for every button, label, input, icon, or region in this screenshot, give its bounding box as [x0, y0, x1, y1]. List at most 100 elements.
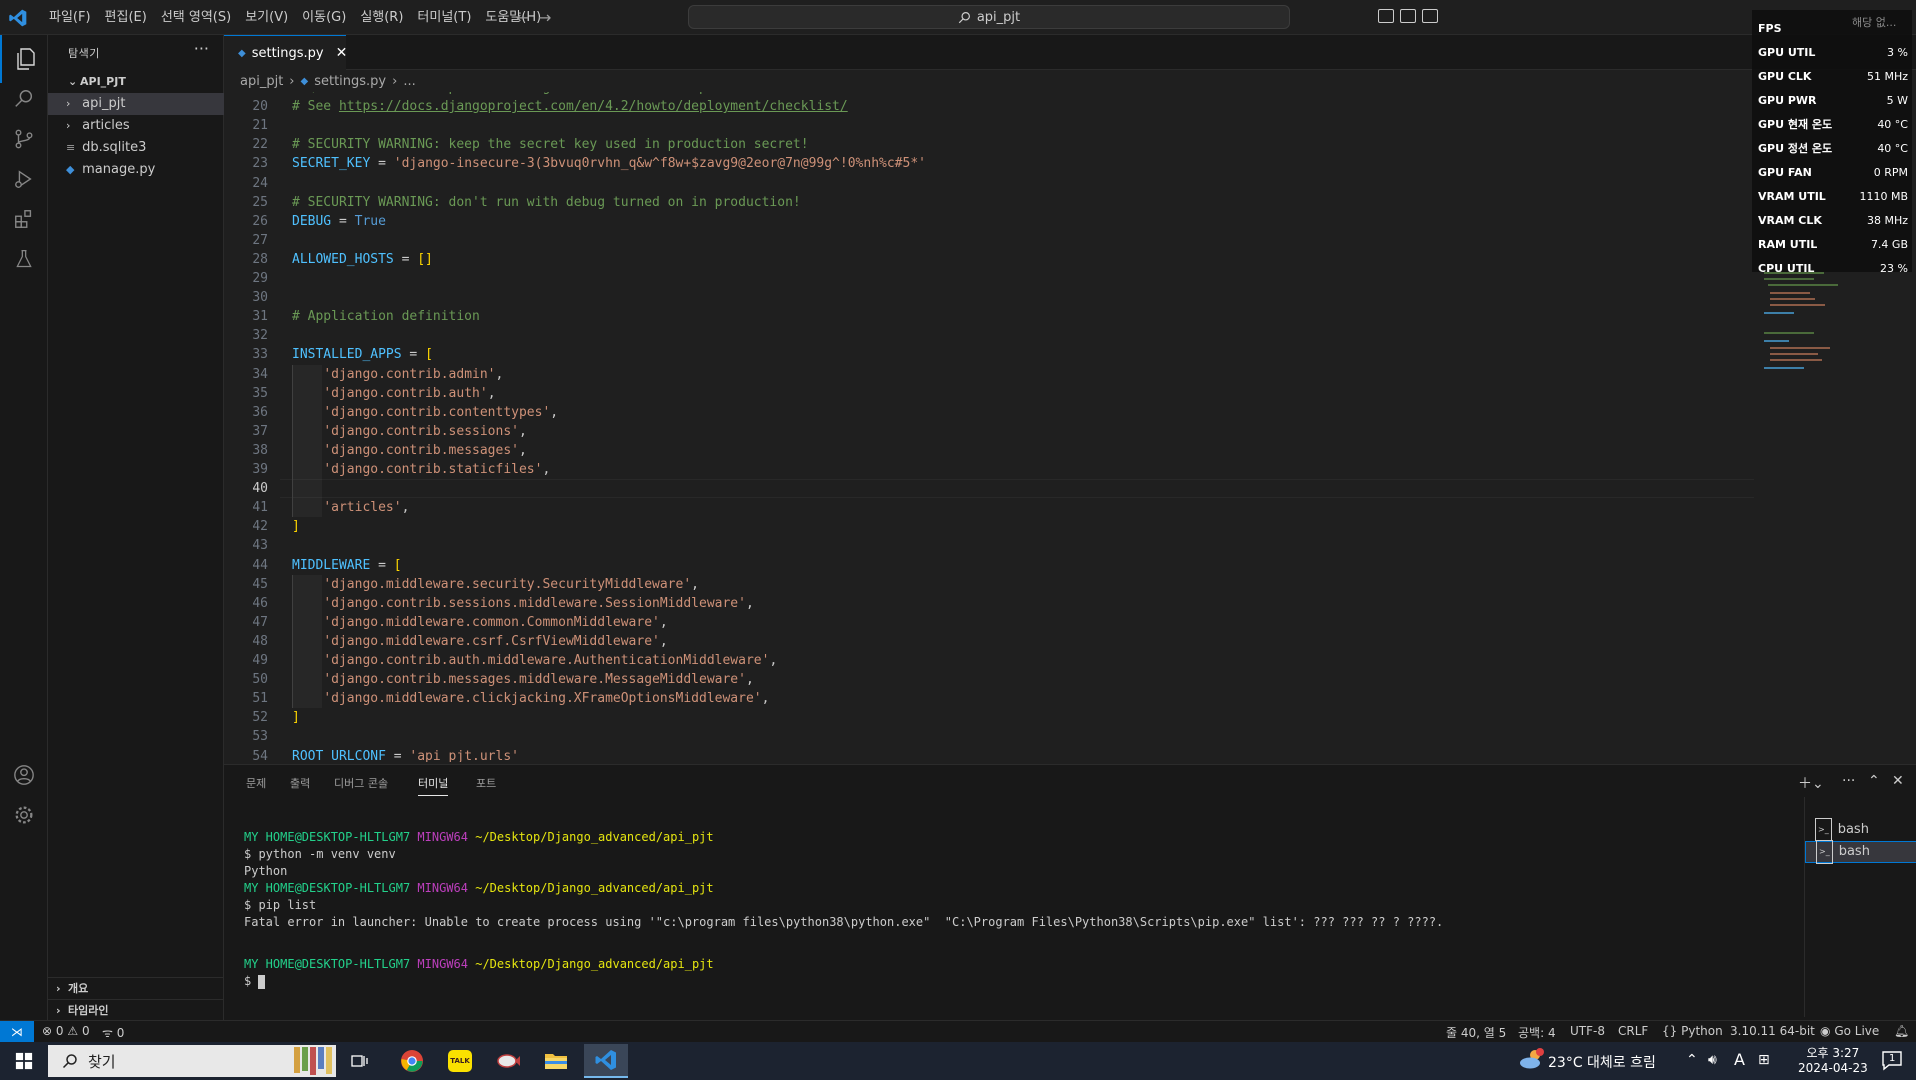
tab-problems[interactable]: 문제 [246, 775, 266, 791]
new-terminal-icon[interactable]: ＋⌄ [1798, 773, 1824, 793]
forward-arrow-icon[interactable]: → [538, 8, 551, 27]
toggle-panel-icon[interactable] [1400, 9, 1416, 23]
line-number: 39 [252, 462, 268, 477]
hw-stat-row: GPU FAN 0 RPM [1758, 165, 1908, 179]
remote-indicator-icon[interactable]: ⋊ [0, 1021, 34, 1043]
toggle-sidebar-icon[interactable] [1378, 9, 1394, 23]
ime-korean-icon[interactable]: ⊞ [1758, 1052, 1770, 1068]
tree-item-label: api_pjt [82, 96, 126, 111]
tab-debug-console[interactable]: 디버그 콘솔 [334, 775, 388, 791]
activity-bar [0, 35, 48, 1020]
chrome-icon[interactable] [390, 1044, 434, 1078]
close-icon[interactable]: ✕ [336, 45, 348, 61]
line-number: 46 [252, 595, 268, 611]
back-arrow-icon[interactable]: ← [516, 8, 529, 27]
terminal-output[interactable]: MY HOME@DESKTOP-HLTLGM7 MINGW64 ~/Deskto… [244, 829, 1804, 990]
file-explorer-icon[interactable] [534, 1044, 578, 1078]
task-view-icon[interactable] [338, 1044, 382, 1078]
hw-stat-row: CPU UTIL 23 % [1758, 261, 1908, 275]
volume-icon[interactable]: 🔊︎ [1708, 1052, 1717, 1068]
books-illustration-icon [294, 1047, 332, 1075]
database-file-icon: ≡ [66, 141, 76, 154]
terminal-prompt-line: MY HOME@DESKTOP-HLTLGM7 MINGW64 ~/Deskto… [244, 957, 714, 971]
more-actions-icon[interactable]: ··· [1842, 773, 1855, 789]
line-number: 19 [224, 92, 268, 95]
menu-item[interactable]: 편집(E) [98, 0, 154, 35]
kakaotalk-icon[interactable]: TALK [438, 1044, 482, 1078]
menu-item[interactable]: 선택 영역(S) [154, 0, 238, 35]
maximize-panel-icon[interactable]: ⌃ [1868, 773, 1880, 789]
tab-ports[interactable]: 포트 [476, 775, 496, 791]
line-ending[interactable]: CRLF [1618, 1024, 1648, 1038]
windows-start-icon[interactable] [2, 1044, 46, 1078]
code-line: # SECURITY WARNING: don't run with debug… [292, 194, 801, 210]
tab-terminal[interactable]: 터미널 [418, 775, 449, 796]
notifications-bell-icon[interactable]: 🔔︎ [1894, 1024, 1909, 1038]
line-number: 23 [252, 156, 268, 172]
workspace-root[interactable]: ⌄ API_PJT [48, 71, 224, 93]
code-line: # SECURITY WARNING: keep the secret key … [292, 137, 809, 153]
menu-item[interactable]: 실행(R) [353, 0, 410, 35]
ports-indicator[interactable]: ᯤ 0 [102, 1024, 124, 1041]
indentation[interactable]: 공백: 4 [1518, 1024, 1556, 1041]
line-number: 22 [252, 137, 268, 153]
title-bar: 파일(F) 편집(E) 선택 영역(S) 보기(V) 이동(G) 실행(R) 터미널(T) 도… [0, 0, 1916, 35]
outline-section[interactable]: › 개요 [48, 977, 224, 999]
notification-badge: 1 [1889, 1053, 1896, 1064]
go-live-button[interactable]: ◉ Go Live [1820, 1024, 1879, 1038]
settings-gear-icon[interactable] [0, 791, 48, 839]
tree-item-api-pjt[interactable]: › api_pjt [48, 93, 224, 115]
terminal-icon: >_ [1816, 840, 1833, 864]
line-number: 54 [252, 748, 268, 763]
ime-mode-icon[interactable]: A [1734, 1050, 1745, 1069]
testing-flask-icon[interactable] [0, 235, 48, 283]
terminal-instance-1[interactable]: >_ bash [1805, 818, 1916, 842]
timeline-section[interactable]: › 타임라인 [48, 999, 224, 1021]
chevron-right-icon: › [289, 73, 295, 89]
clock[interactable]: 오후 3:27 2024-04-23 [1798, 1044, 1868, 1075]
line-number: 38 [252, 442, 268, 458]
hw-stat-row: RAM UTIL 7.4 GB [1758, 237, 1908, 251]
terminal-icon: >_ [1815, 818, 1832, 842]
vscode-taskbar-icon[interactable] [584, 1044, 628, 1078]
code-editor[interactable]: 19 # Quick-start development settings - u… [224, 92, 1754, 762]
breadcrumb-file[interactable]: settings.py [314, 74, 386, 89]
line-number: 49 [252, 653, 268, 668]
python-interpreter[interactable]: 3.10.11 64-bit [1730, 1024, 1815, 1038]
tree-item-db-sqlite3[interactable]: ≡ db.sqlite3 [48, 137, 224, 159]
menu-item[interactable]: 이동(G) [295, 0, 353, 35]
line-number: 24 [252, 175, 268, 191]
tree-item-articles[interactable]: › articles [48, 115, 224, 137]
toggle-secondary-sidebar-icon[interactable] [1422, 9, 1438, 23]
windows-taskbar: 찾기 TALK 23°C 대체로 흐림 ⌃ 🔊︎ A ⊞ 오후 3:27 202… [0, 1042, 1916, 1080]
terminal-instance-2[interactable]: >_ bash [1805, 840, 1916, 864]
fish-app-icon[interactable] [486, 1044, 530, 1078]
show-hidden-icons-chevron-icon[interactable]: ⌃ [1686, 1052, 1698, 1068]
menu-item[interactable]: 보기(V) [238, 0, 295, 35]
menu-item[interactable]: 터미널(T) [410, 0, 478, 35]
line-number: 52 [252, 710, 268, 726]
clock-date: 2024-04-23 [1798, 1061, 1868, 1075]
tree-item-manage-py[interactable]: ◆ manage.py [48, 159, 224, 181]
weather-cloud-icon[interactable] [1518, 1048, 1544, 1074]
language-mode[interactable]: {} Python [1662, 1024, 1723, 1038]
tab-settings-py[interactable]: ◆ settings.py ✕ [224, 35, 348, 70]
cursor-position[interactable]: 줄 40, 열 5 [1446, 1024, 1506, 1041]
breadcrumb-folder[interactable]: api_pjt [240, 74, 283, 89]
taskbar-search[interactable]: 찾기 [48, 1045, 336, 1077]
code-line: 'django.middleware.security.SecurityMidd… [323, 576, 699, 592]
tab-output[interactable]: 출력 [290, 775, 310, 791]
terminal-error-line: Fatal error in launcher: Unable to creat… [244, 915, 1444, 929]
notification-center-icon[interactable]: 1 [1880, 1048, 1904, 1076]
command-center-search[interactable]: api_pjt [688, 5, 1290, 29]
menu-item[interactable]: 파일(F) [42, 0, 98, 35]
broadcast-icon: ᯤ [102, 1026, 113, 1040]
weather-text[interactable]: 23°C 대체로 흐림 [1548, 1052, 1656, 1072]
more-actions-icon[interactable]: ··· [194, 39, 209, 58]
code-line: ROOT_URLCONF = 'api_pjt.urls' [292, 748, 519, 763]
problems-indicator[interactable]: ⊗ 0 ⚠ 0 [42, 1024, 90, 1038]
breadcrumb-symbol[interactable]: ... [403, 74, 415, 89]
encoding[interactable]: UTF-8 [1570, 1024, 1605, 1038]
terminal-input-line[interactable]: $ [244, 973, 1804, 990]
close-panel-icon[interactable]: ✕ [1892, 773, 1904, 789]
